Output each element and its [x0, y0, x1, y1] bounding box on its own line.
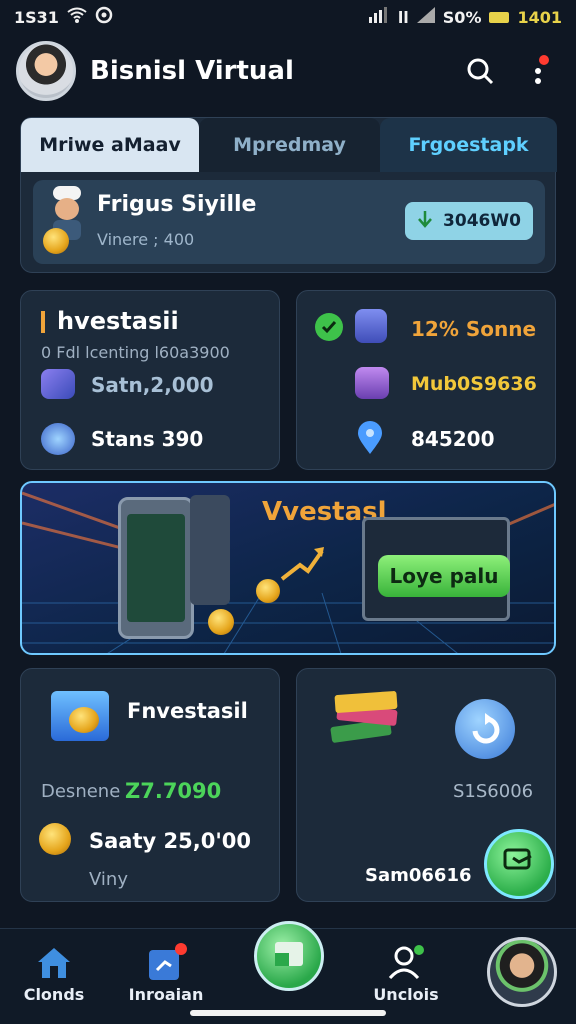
tab-2[interactable]: Mpredmay — [199, 118, 380, 172]
carrier-label: ll — [397, 7, 409, 27]
investment-summary-card[interactable]: Fnvestasil Desnene Z7.7090 Saaty 25,0'00… — [20, 668, 280, 902]
battery-icon — [489, 11, 510, 23]
money-footer: Sam06616 — [365, 865, 472, 886]
status-bar: 1S31 ll S0% 1401 — [0, 0, 576, 34]
nav-avatar[interactable] — [487, 937, 557, 1007]
signal-icon — [368, 7, 390, 27]
user-icon — [356, 939, 456, 985]
nav-wallet-button[interactable] — [254, 921, 324, 991]
cube-icon — [41, 369, 75, 399]
profile-avatar[interactable] — [16, 41, 76, 101]
app-title: Bisnisl Virtual — [90, 56, 294, 86]
stats-row2: Mub0S9636 — [411, 373, 537, 395]
nav-home-label: Clonds — [23, 985, 85, 1004]
banner-cta-button[interactable]: Loye palu — [378, 555, 510, 597]
status-time: 1S31 — [14, 7, 59, 27]
wifi-icon — [67, 7, 87, 27]
nav-reports-label: Inroaian — [128, 985, 204, 1004]
summary-salary: Saaty 25,0'00 — [89, 829, 251, 853]
check-icon — [315, 313, 343, 341]
battery-percent: S0% — [442, 7, 482, 27]
wallet-icon — [272, 939, 306, 973]
more-vert-icon[interactable] — [520, 51, 560, 91]
arrow-down-icon — [417, 210, 433, 233]
hero-value-pill[interactable]: 3046W0 — [405, 202, 533, 240]
search-icon[interactable] — [460, 51, 500, 91]
sync-icon — [95, 6, 113, 28]
accent-bar — [41, 311, 45, 333]
status-right-value: 1401 — [517, 7, 562, 27]
tab-1[interactable]: Mriwe aMaav — [21, 118, 199, 172]
robot-icon — [355, 309, 387, 343]
hero-pill-value: 3046W0 — [443, 211, 521, 231]
investment-title: hvestasii — [57, 307, 179, 335]
nav-profile-label: Unclois — [373, 985, 439, 1004]
summary-label: Desnene — [41, 781, 121, 802]
cash-stack-icon — [330, 690, 403, 751]
hero-name: Frigus Siyille — [97, 192, 257, 217]
investment-card[interactable]: hvestasii 0 Fdl lcenting l60a3900 Satn,2… — [20, 290, 280, 470]
investment-subtitle: 0 Fdl lcenting l60a3900 — [41, 343, 230, 362]
coin-icon — [256, 579, 280, 603]
box-icon — [41, 423, 75, 455]
stats-row3: 845200 — [411, 427, 495, 451]
nav-profile[interactable]: Unclois — [356, 939, 456, 1004]
refresh-icon[interactable] — [455, 699, 515, 759]
home-icon — [4, 939, 104, 985]
money-value: S1S6006 — [453, 781, 534, 802]
summary-title: Fnvestasil — [127, 699, 248, 723]
tablet-illustration — [190, 495, 230, 605]
dollar-coin-icon — [39, 823, 71, 855]
summary-footer: Viny — [89, 869, 128, 890]
nav-home[interactable]: Clonds — [4, 939, 104, 1004]
growth-arrow-icon — [280, 543, 326, 587]
chat-icon — [503, 848, 535, 880]
stats-row1: 12% Sonne — [411, 317, 537, 341]
app-header: Bisnisl Virtual — [0, 38, 576, 104]
nav-reports[interactable]: Inroaian — [116, 939, 216, 1004]
investment-row1: Satn,2,000 — [91, 373, 214, 397]
shop-icon — [355, 367, 389, 399]
promo-banner[interactable]: Vvestasl Loye palu — [20, 481, 556, 655]
summary-value: Z7.7090 — [125, 779, 222, 803]
coin-stack-icon — [208, 609, 234, 635]
chart-icon — [116, 939, 216, 985]
hero-card[interactable]: Frigus Siyille Vinere ; 400 3046W0 — [33, 180, 545, 264]
laptop-coin-icon — [51, 691, 109, 741]
floating-action-button[interactable] — [484, 829, 554, 899]
signal-bars-icon — [416, 7, 435, 27]
tab-3[interactable]: Frgoestapk — [380, 118, 557, 172]
home-indicator[interactable] — [190, 1010, 386, 1016]
location-pin-icon — [355, 421, 385, 455]
chef-mascot-icon — [43, 186, 91, 256]
tabs-panel: Mriwe aMaav Mpredmay Frgoestapk Frigus S… — [20, 117, 557, 273]
phone-illustration — [118, 497, 194, 639]
hero-subtitle: Vinere ; 400 — [97, 230, 195, 249]
stats-card[interactable]: 12% Sonne Mub0S9636 845200 — [296, 290, 556, 470]
investment-row2: Stans 390 — [91, 427, 204, 451]
